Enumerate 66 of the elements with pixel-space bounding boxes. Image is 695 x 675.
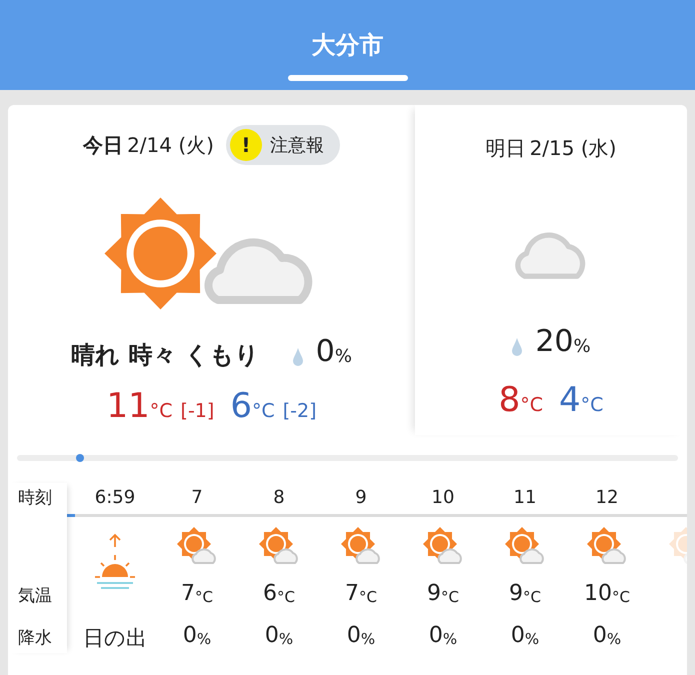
hour-label: 8 [273, 486, 285, 510]
temperature-unit: °C [612, 590, 630, 605]
sun-cloud-icon [423, 527, 463, 565]
high-temperature: 8 [498, 383, 520, 417]
timeline-handle[interactable] [76, 454, 84, 462]
hourly-precipitation: 0 [428, 625, 443, 647]
percent-unit: % [334, 348, 352, 366]
hour-label: 7 [191, 486, 203, 510]
temperature-unit: °C [252, 402, 275, 421]
temperature-unit: °C [150, 402, 173, 421]
hour-label: 9 [355, 486, 367, 510]
sunrise-label: 日の出 [83, 625, 147, 652]
temperature-unit: °C [359, 590, 377, 605]
hourly-precipitation: 0 [592, 625, 607, 647]
hourly-temperature: 7 [345, 583, 359, 605]
percent-unit: % [442, 632, 458, 647]
percent-unit: % [360, 632, 376, 647]
sun-cloud-icon [341, 527, 381, 565]
row-label: 気温 [18, 585, 53, 608]
hourly-temperature: 7 [181, 583, 195, 605]
temperature-unit: °C [520, 396, 543, 415]
temperature-unit: °C [441, 590, 459, 605]
hourly-temperature: 9 [427, 583, 441, 605]
raindrop-icon [292, 347, 304, 367]
percent-unit: % [524, 632, 540, 647]
date-label: 2/15 (水) [530, 135, 616, 162]
hourly-precipitation: 0 [510, 625, 525, 647]
weather-description: 晴れ 時々 くもり [71, 343, 260, 367]
day-label: 今日 [83, 132, 124, 159]
hourly-temperature: 9 [509, 583, 523, 605]
sun-cloud-icon [177, 527, 217, 565]
low-temperature: 6 [230, 389, 252, 423]
precipitation-value: 20 [535, 327, 574, 357]
percent-unit: % [278, 632, 294, 647]
hour-label: 12 [596, 486, 618, 510]
temperature-unit: °C [277, 590, 295, 605]
sun-cloud-icon [587, 527, 627, 565]
temperature-unit: °C [195, 590, 213, 605]
hourly-precipitation: 0 [182, 625, 197, 647]
sun-cloud-icon [259, 527, 299, 565]
percent-unit: % [574, 338, 591, 356]
low-temperature: 4 [559, 383, 581, 417]
hourly-temperature: 6 [263, 583, 277, 605]
alert-text: 注意報 [270, 134, 324, 158]
alert-mark: ! [230, 129, 262, 161]
temperature-difference: [-2] [282, 402, 317, 421]
temperature-difference: [-1] [180, 402, 214, 421]
hour-label: 11 [514, 486, 536, 510]
sun-cloud-icon [505, 527, 545, 565]
day-label: 明日 [486, 135, 526, 162]
hourly-precipitation: 0 [264, 625, 279, 647]
hourly-precipitation: 0 [346, 625, 361, 647]
temperature-unit: °C [523, 590, 541, 605]
raindrop-icon [511, 337, 524, 357]
hour-label: 10 [432, 486, 454, 510]
date-label: 2/14 (火) [127, 132, 214, 159]
percent-unit: % [196, 632, 212, 647]
city-title: 大分市 [312, 33, 384, 57]
precipitation-value: 0 [316, 337, 335, 367]
hourly-temperature: 10 [584, 583, 612, 605]
high-temperature: 11 [106, 389, 150, 423]
row-label: 時刻 [18, 487, 53, 510]
hour-label: 6:59 [94, 486, 136, 510]
percent-unit: % [606, 632, 622, 647]
row-label: 降水 [18, 627, 53, 650]
temperature-unit: °C [580, 396, 604, 415]
